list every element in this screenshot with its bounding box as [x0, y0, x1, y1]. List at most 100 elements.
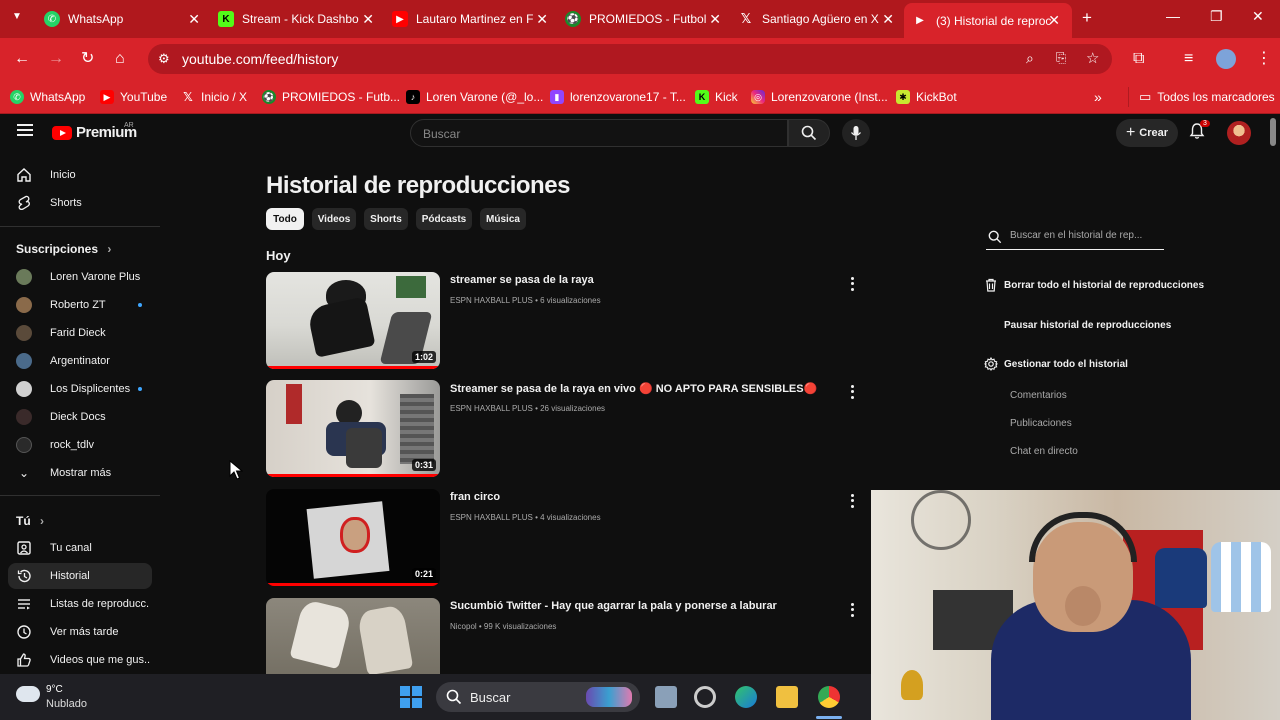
weather-temperature[interactable]: 9°C — [46, 684, 63, 695]
cloud-icon[interactable] — [16, 686, 40, 702]
zoom-icon[interactable]: ⌕ — [1026, 50, 1034, 67]
more-options-icon[interactable] — [846, 384, 858, 400]
bookmark-instagram[interactable]: ◎ Lorenzovarone (Inst... — [751, 87, 888, 107]
hamburger-menu-icon[interactable] — [17, 124, 33, 136]
sidebar-sub-roberto-zt[interactable]: Roberto ZT — [8, 292, 152, 318]
chip-podcasts[interactable]: Pódcasts — [416, 208, 472, 230]
video-title[interactable]: Sucumbió Twitter - Hay que agarrar la pa… — [450, 600, 777, 612]
sidebar-item-inicio[interactable]: Inicio — [8, 162, 152, 188]
close-icon[interactable]: ✕ — [1048, 12, 1060, 29]
bookmark-whatsapp[interactable]: ✆ WhatsApp — [10, 87, 85, 107]
sidebar-sub-los-displicentes[interactable]: Los Displicentes — [8, 376, 152, 402]
profile-avatar[interactable] — [1216, 49, 1236, 69]
install-icon[interactable]: ⎘ — [1056, 50, 1066, 66]
tab-search-icon[interactable]: ▼ — [12, 11, 22, 22]
close-window-icon[interactable]: ✕ — [1252, 8, 1264, 25]
sidebar-item-shorts[interactable]: Shorts — [8, 190, 152, 216]
show-more-button[interactable]: ⌄ Mostrar más — [8, 460, 152, 486]
voice-search-button[interactable] — [842, 119, 870, 147]
manage-posts-link[interactable]: Publicaciones — [1010, 418, 1072, 429]
bookmarks-overflow-button[interactable]: » — [1094, 87, 1102, 107]
restore-icon[interactable]: ❐ — [1210, 8, 1223, 25]
close-icon[interactable]: ✕ — [709, 11, 721, 28]
close-icon[interactable]: ✕ — [882, 11, 894, 28]
app-icon[interactable] — [694, 686, 716, 708]
close-icon[interactable]: ✕ — [188, 11, 200, 28]
bookmark-kick[interactable]: K Kick — [695, 87, 738, 107]
search-input[interactable]: Buscar — [410, 119, 788, 147]
video-title[interactable]: fran circo — [450, 491, 500, 503]
manage-comments-link[interactable]: Comentarios — [1010, 390, 1067, 401]
site-info-icon[interactable]: ⚙ — [158, 51, 170, 67]
bookmark-youtube[interactable]: ▶ YouTube — [100, 87, 167, 107]
video-item[interactable]: 0:21 fran circo ESPN HAXBALL PLUS • 4 vi… — [266, 489, 866, 587]
video-thumbnail[interactable]: 0:31 — [266, 380, 440, 477]
media-control-icon[interactable]: ≡ — [1184, 50, 1193, 68]
chip-shorts[interactable]: Shorts — [364, 208, 408, 230]
close-icon[interactable]: ✕ — [362, 11, 374, 28]
forward-icon[interactable]: → — [48, 50, 64, 68]
chrome-icon[interactable] — [818, 686, 840, 708]
sidebar-sub-dieck-docs[interactable]: Dieck Docs — [8, 404, 152, 430]
video-title[interactable]: streamer se pasa de la raya — [450, 274, 594, 286]
more-options-icon[interactable] — [846, 276, 858, 292]
video-item[interactable]: Sucumbió Twitter - Hay que agarrar la pa… — [266, 598, 866, 674]
create-button[interactable]: + Crear — [1116, 119, 1178, 147]
home-icon[interactable]: ⌂ — [115, 50, 125, 68]
extensions-icon[interactable]: ⧉ — [1133, 50, 1144, 68]
taskbar-search[interactable]: Buscar — [436, 682, 640, 712]
edge-icon[interactable] — [735, 686, 757, 708]
tab-aguero[interactable]: 𝕏 Santiago Agüero en X ✕ — [738, 6, 898, 32]
back-icon[interactable]: ← — [14, 50, 30, 68]
sidebar-item-your-channel[interactable]: Tu canal — [8, 535, 152, 561]
task-view-icon[interactable] — [655, 686, 677, 708]
manage-live-chat-link[interactable]: Chat en directo — [1010, 446, 1078, 457]
video-title[interactable]: Streamer se pasa de la raya en vivo 🔴 NO… — [450, 382, 817, 395]
sidebar-sub-farid-dieck[interactable]: Farid Dieck — [8, 320, 152, 346]
minimize-icon[interactable]: — — [1166, 8, 1180, 24]
file-explorer-icon[interactable] — [776, 686, 798, 708]
bookmark-star-icon[interactable]: ☆ — [1086, 49, 1099, 67]
youtube-premium-logo[interactable]: Premium AR — [52, 122, 137, 141]
subscriptions-heading[interactable]: Suscripciones › — [16, 242, 111, 256]
tab-history-active[interactable]: ▶ (3) Historial de reproc ✕ — [904, 3, 1072, 38]
tab-whatsapp[interactable]: ✆ WhatsApp ✕ — [44, 6, 204, 32]
bookmark-promiedos[interactable]: ⚽ PROMIEDOS - Futb... — [262, 87, 400, 107]
close-icon[interactable]: ✕ — [536, 11, 548, 28]
windows-start-icon[interactable] — [400, 686, 422, 708]
weather-description[interactable]: Nublado — [46, 698, 87, 710]
video-item[interactable]: 0:31 Streamer se pasa de la raya en vivo… — [266, 380, 866, 478]
chip-musica[interactable]: Música — [480, 208, 526, 230]
tab-kick-dashboard[interactable]: K Stream - Kick Dashbo ✕ — [218, 6, 378, 32]
bookmark-tiktok[interactable]: ♪ Loren Varone (@_lo... — [406, 87, 543, 107]
new-tab-button[interactable]: + — [1082, 8, 1092, 28]
sidebar-item-watch-later[interactable]: Ver más tarde — [8, 619, 152, 645]
account-avatar[interactable] — [1227, 121, 1251, 145]
page-scrollbar[interactable] — [1270, 118, 1276, 146]
tab-promiedos[interactable]: ⚽ PROMIEDOS - Futbol ✕ — [565, 6, 725, 32]
reload-icon[interactable]: ↻ — [81, 50, 94, 68]
history-search-input[interactable]: Buscar en el historial de rep... — [986, 226, 1164, 250]
video-item[interactable]: 1:02 streamer se pasa de la raya ESPN HA… — [266, 272, 866, 370]
sidebar-sub-loren-varone-plus[interactable]: Loren Varone Plus — [8, 264, 152, 290]
bookmark-x[interactable]: 𝕏 Inicio / X — [181, 87, 247, 107]
bookmark-kickbot[interactable]: ✱ KickBot — [896, 87, 957, 107]
video-thumbnail[interactable]: 1:02 — [266, 272, 440, 369]
sidebar-item-history[interactable]: Historial — [8, 563, 152, 589]
sidebar-sub-argentinator[interactable]: Argentinator — [8, 348, 152, 374]
video-thumbnail[interactable]: 0:21 — [266, 489, 440, 586]
sidebar-item-playlists[interactable]: Listas de reproducc... — [8, 591, 152, 617]
search-button[interactable] — [788, 119, 830, 147]
more-options-icon[interactable] — [846, 602, 858, 618]
sidebar-item-liked-videos[interactable]: Videos que me gus... — [8, 647, 152, 673]
all-bookmarks-button[interactable]: ▭ Todos los marcadores — [1128, 87, 1275, 107]
video-thumbnail[interactable] — [266, 598, 440, 674]
address-bar[interactable]: ⚙ youtube.com/feed/history ⌕ ⎘ ☆ — [148, 44, 1112, 74]
chip-videos[interactable]: Videos — [312, 208, 356, 230]
you-heading[interactable]: Tú › — [16, 514, 44, 528]
chip-todo[interactable]: Todo — [266, 208, 304, 230]
menu-dots-icon[interactable]: ⋮ — [1256, 50, 1272, 68]
more-options-icon[interactable] — [846, 493, 858, 509]
bookmark-twitch[interactable]: ▮ lorenzovarone17 - T... — [550, 87, 686, 107]
sidebar-sub-rock-tdlv[interactable]: rock_tdlv — [8, 432, 152, 458]
